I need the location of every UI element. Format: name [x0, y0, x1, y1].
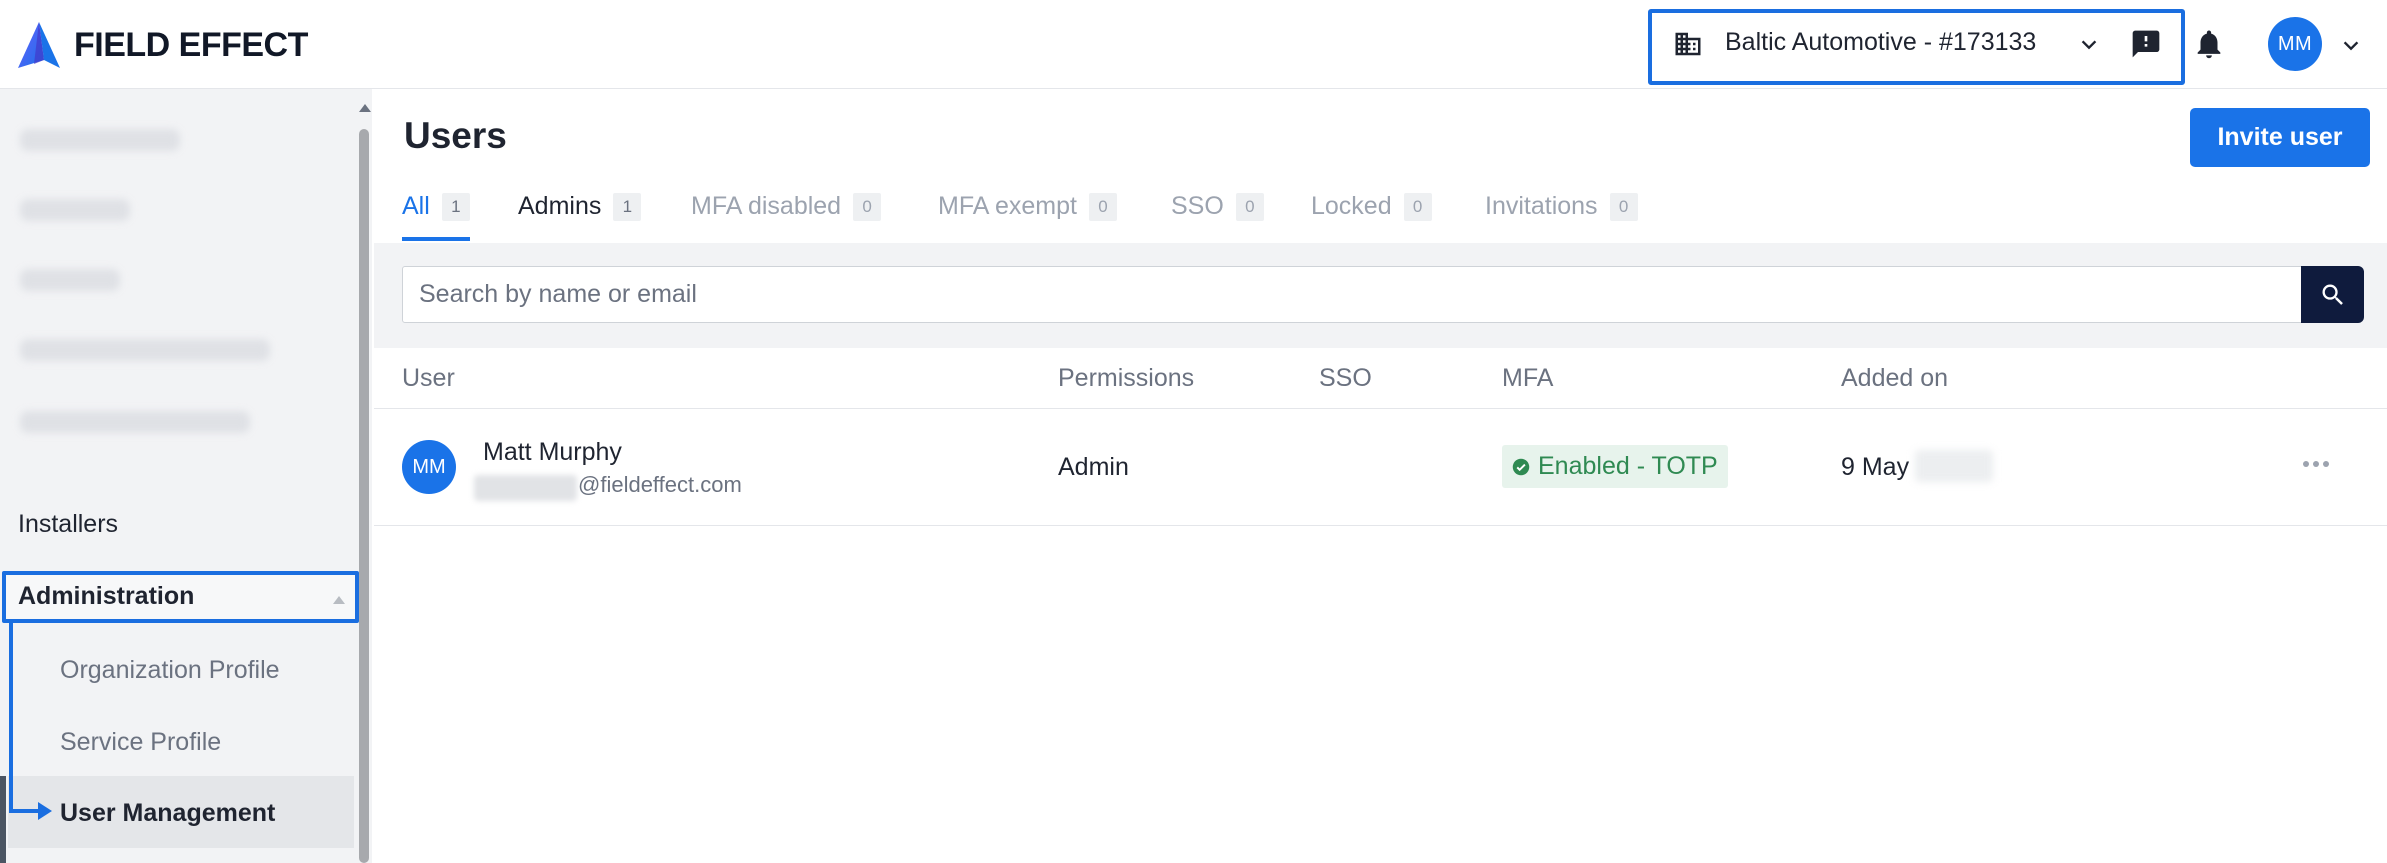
redacted-nav-item [20, 339, 270, 361]
tab-all[interactable]: All 1 [402, 192, 470, 221]
feedback-icon[interactable] [2130, 28, 2162, 65]
scrollbar-thumb[interactable] [359, 129, 369, 863]
redacted-email-local-part [474, 475, 577, 501]
column-header-mfa[interactable]: MFA [1502, 364, 1553, 393]
chevron-down-icon[interactable] [2340, 35, 2362, 62]
org-switcher[interactable]: Baltic Automotive - #173133 [1725, 28, 2036, 57]
redacted-nav-item [20, 129, 180, 151]
bell-icon[interactable] [2192, 27, 2226, 66]
tab-count-badge: 0 [1235, 192, 1264, 221]
search-button[interactable] [2301, 266, 2364, 323]
sidebar-item-organization-profile[interactable]: Organization Profile [60, 656, 280, 685]
annotation-connector [9, 623, 13, 813]
search-icon [2322, 284, 2343, 305]
tab-count-badge: 1 [441, 192, 470, 221]
table-divider [374, 408, 2387, 409]
brand-logo[interactable]: FIELD EFFECT [16, 20, 308, 70]
tab-label: All [402, 192, 430, 220]
tab-count-badge: 0 [1609, 192, 1638, 221]
sidebar-item-service-profile[interactable]: Service Profile [60, 728, 221, 757]
column-header-sso[interactable]: SSO [1319, 364, 1372, 393]
tab-label: Invitations [1485, 192, 1598, 220]
active-tab-indicator [402, 237, 470, 241]
user-avatar[interactable]: MM [2268, 17, 2322, 71]
chevron-down-icon[interactable] [2078, 34, 2100, 61]
avatar: MM [402, 440, 456, 494]
tab-count-badge: 0 [1088, 192, 1117, 221]
sidebar-active-indicator [0, 776, 6, 863]
tab-invitations[interactable]: Invitations 0 [1485, 192, 1638, 221]
brand-name: FIELD EFFECT [74, 25, 308, 64]
tab-mfa-disabled[interactable]: MFA disabled 0 [691, 192, 882, 221]
caret-up-icon[interactable] [332, 592, 346, 610]
table-divider [374, 525, 2387, 526]
tab-label: Admins [518, 192, 602, 220]
user-permissions: Admin [1058, 453, 1129, 481]
sidebar-item-installers[interactable]: Installers [18, 510, 118, 539]
building-icon [1673, 29, 1703, 64]
sidebar-item-label[interactable]: Administration [18, 582, 194, 611]
tab-label: MFA disabled [691, 192, 842, 220]
check-circle-icon [1512, 458, 1530, 475]
column-header-user[interactable]: User [402, 364, 455, 393]
invite-user-button[interactable]: Invite user [2190, 108, 2370, 167]
user-email: @fieldeffect.com [578, 472, 742, 497]
mfa-status-text: Enabled - TOTP [1538, 452, 1718, 480]
annotation-arrow-icon [38, 802, 52, 820]
logo-icon [18, 22, 60, 68]
tab-mfa-exempt[interactable]: MFA exempt 0 [938, 192, 1117, 221]
column-header-added-on[interactable]: Added on [1841, 364, 1948, 393]
tab-locked[interactable]: Locked 0 [1311, 192, 1432, 221]
tab-label: MFA exempt [938, 192, 1077, 220]
redacted-nav-item [20, 411, 250, 433]
more-options-icon[interactable] [2301, 457, 2331, 475]
tab-count-badge: 1 [613, 192, 642, 221]
added-on-date: 9 May [1841, 453, 1910, 481]
page-title: Users [404, 115, 507, 156]
tab-label: Locked [1311, 192, 1392, 220]
column-header-permissions[interactable]: Permissions [1058, 364, 1194, 393]
user-name: Matt Murphy [483, 438, 622, 466]
mfa-status-badge: Enabled - TOTP [1502, 445, 1728, 488]
search-input[interactable] [402, 266, 2302, 323]
redacted-year [1915, 450, 1993, 482]
tab-sso[interactable]: SSO 0 [1171, 192, 1264, 221]
sidebar-item-user-management[interactable]: User Management [60, 799, 275, 828]
tab-label: SSO [1171, 192, 1224, 220]
tab-count-badge: 0 [1403, 192, 1432, 221]
redacted-nav-item [20, 199, 130, 221]
tab-count-badge: 0 [853, 192, 882, 221]
tab-admins[interactable]: Admins 1 [518, 192, 642, 221]
scroll-up-icon[interactable] [358, 100, 372, 118]
redacted-nav-item [20, 269, 120, 291]
